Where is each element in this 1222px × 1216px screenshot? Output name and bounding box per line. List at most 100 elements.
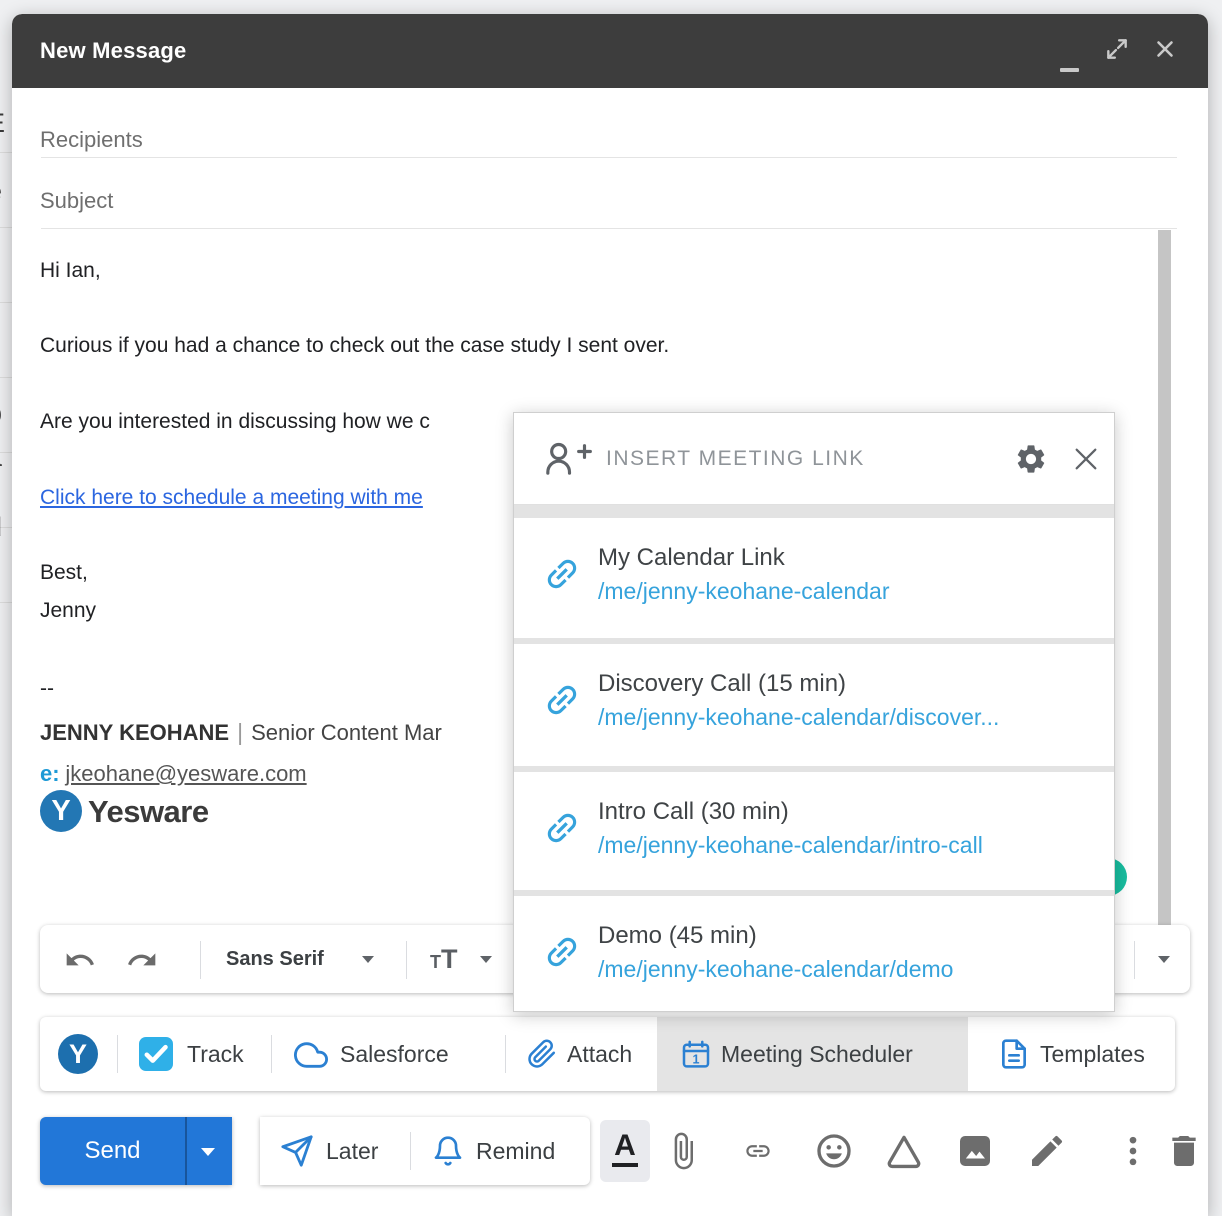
drive-icon[interactable]: [884, 1131, 924, 1171]
window-title: New Message: [40, 14, 187, 88]
signature-separator: |: [229, 719, 251, 745]
later-remind-bar: Later Remind: [260, 1117, 590, 1185]
toolbar-divider: [1134, 941, 1135, 979]
link-chain-icon: [542, 932, 582, 972]
minimize-icon[interactable]: [1060, 68, 1079, 72]
background-text-fragment: c: [0, 272, 1, 303]
templates-button[interactable]: Templates: [1040, 1017, 1145, 1091]
meeting-link-url: /me/jenny-keohane-calendar/intro-call: [598, 832, 983, 859]
schedule-meeting-link[interactable]: Click here to schedule a meeting with me: [40, 486, 423, 510]
toolbar-divider: [410, 1132, 411, 1170]
link-chain-icon: [542, 680, 582, 720]
insert-meeting-link-popup: INSERT MEETING LINK My Calendar Link /me…: [513, 412, 1115, 1012]
body-line: Jenny: [40, 599, 96, 623]
email-label: e:: [40, 761, 60, 786]
close-icon[interactable]: [1152, 36, 1178, 62]
toolbar-divider: [271, 1035, 272, 1073]
check-icon: [139, 1037, 173, 1071]
body-line: Are you interested in discussing how we …: [40, 410, 514, 434]
templates-doc-icon: [998, 1038, 1030, 1070]
signature-name-line: JENNY KEOHANE|Senior Content Mar: [40, 719, 514, 746]
font-dropdown-caret[interactable]: [362, 956, 374, 963]
pen-icon[interactable]: [1027, 1131, 1067, 1171]
later-plane-icon: [280, 1134, 314, 1168]
yesware-logo-text: Yesware: [88, 794, 209, 830]
font-family-selector[interactable]: Sans Serif: [226, 925, 324, 993]
body-line: Best,: [40, 561, 88, 585]
attach-button[interactable]: Attach: [567, 1017, 632, 1091]
signature-email-line: e: jkeohane@yesware.com: [40, 761, 307, 787]
text-color-icon: A: [612, 1129, 638, 1167]
meeting-link-title: Demo (45 min): [598, 922, 757, 950]
toolbar-divider: [505, 1035, 506, 1073]
body-line: Hi Ian,: [40, 259, 101, 283]
signature-name: JENNY KEOHANE: [40, 720, 229, 745]
send-label: Send: [40, 1117, 185, 1185]
meeting-link-url: /me/jenny-keohane-calendar/discover...: [598, 704, 999, 731]
signature-role: Senior Content Mar: [251, 720, 442, 745]
send-row: Send Later Remind A: [40, 1117, 1190, 1185]
meeting-link-item[interactable]: Intro Call (30 min) /me/jenny-keohane-ca…: [514, 772, 1114, 890]
background-text-fragment: e: [0, 176, 2, 207]
salesforce-cloud-icon: [294, 1038, 328, 1072]
send-button[interactable]: Send: [40, 1117, 232, 1185]
subject-input[interactable]: Subject: [40, 172, 113, 230]
toolbar-divider: [200, 941, 201, 979]
later-button[interactable]: Later: [326, 1117, 378, 1185]
calendar-icon: 1: [680, 1039, 712, 1071]
undo-icon[interactable]: [64, 944, 96, 976]
popup-title: INSERT MEETING LINK: [606, 413, 865, 505]
toolbar-divider: [406, 941, 407, 979]
attachment-icon[interactable]: [663, 1131, 703, 1171]
background-text-fragment: p: [0, 398, 2, 429]
emoji-icon[interactable]: [814, 1131, 854, 1171]
body-line: Curious if you had a chance to check out…: [40, 334, 669, 358]
popup-header: INSERT MEETING LINK: [514, 413, 1114, 505]
link-chain-icon: [542, 808, 582, 848]
signature-divider: --: [40, 677, 54, 701]
meeting-link-item[interactable]: My Calendar Link /me/jenny-keohane-calen…: [514, 518, 1114, 638]
meeting-link-item[interactable]: Discovery Call (15 min) /me/jenny-keohan…: [514, 644, 1114, 766]
meeting-link-item[interactable]: Demo (45 min) /me/jenny-keohane-calendar…: [514, 896, 1114, 1011]
meeting-link-title: Intro Call (30 min): [598, 798, 789, 826]
scrollbar-thumb[interactable]: [1158, 230, 1171, 933]
remind-button[interactable]: Remind: [476, 1117, 555, 1185]
background-text-fragment: a: [0, 442, 2, 473]
recipients-input[interactable]: Recipients: [40, 110, 143, 170]
insert-image-icon[interactable]: [955, 1131, 995, 1171]
redo-icon[interactable]: [126, 944, 158, 976]
salesforce-button[interactable]: Salesforce: [340, 1017, 449, 1091]
insert-link-icon[interactable]: [738, 1137, 778, 1177]
track-checkbox[interactable]: [139, 1037, 173, 1071]
svg-text:1: 1: [693, 1053, 700, 1067]
background-text-fragment: tl: [0, 594, 1, 625]
background-text-fragment: E: [0, 108, 5, 139]
link-chain-icon: [542, 554, 582, 594]
toolbar-divider: [117, 1035, 118, 1073]
meeting-link-title: My Calendar Link: [598, 544, 785, 572]
yesware-toolbar: Y Track Salesforce Attach 1 Meeting Sche…: [40, 1017, 1175, 1091]
yesware-logo-icon: Y: [40, 790, 82, 832]
text-size-caret[interactable]: [480, 956, 492, 963]
text-size-icon[interactable]: TT: [430, 925, 458, 998]
send-dropdown-caret[interactable]: [201, 1148, 215, 1156]
popup-close-icon[interactable]: [1072, 445, 1100, 473]
meeting-scheduler-label[interactable]: Meeting Scheduler: [721, 1017, 913, 1091]
more-options-icon[interactable]: [1113, 1131, 1153, 1171]
send-split-divider: [185, 1117, 187, 1185]
more-formatting-caret[interactable]: [1158, 956, 1170, 963]
email-link[interactable]: jkeohane@yesware.com: [65, 761, 306, 786]
background-text-fragment: d: [0, 512, 2, 543]
yesware-logo-icon: Y: [58, 1034, 98, 1074]
expand-icon[interactable]: [1104, 36, 1130, 62]
background-row-lines: [0, 78, 12, 638]
meeting-link-url: /me/jenny-keohane-calendar/demo: [598, 956, 953, 983]
remind-bell-icon: [432, 1135, 464, 1167]
trash-icon[interactable]: [1164, 1131, 1204, 1171]
attach-paperclip-icon: [527, 1039, 557, 1069]
track-label[interactable]: Track: [187, 1017, 244, 1091]
text-color-button[interactable]: A: [600, 1120, 650, 1182]
compose-titlebar: New Message: [12, 14, 1208, 88]
meeting-link-title: Discovery Call (15 min): [598, 670, 846, 698]
settings-gear-icon[interactable]: [1014, 442, 1048, 476]
